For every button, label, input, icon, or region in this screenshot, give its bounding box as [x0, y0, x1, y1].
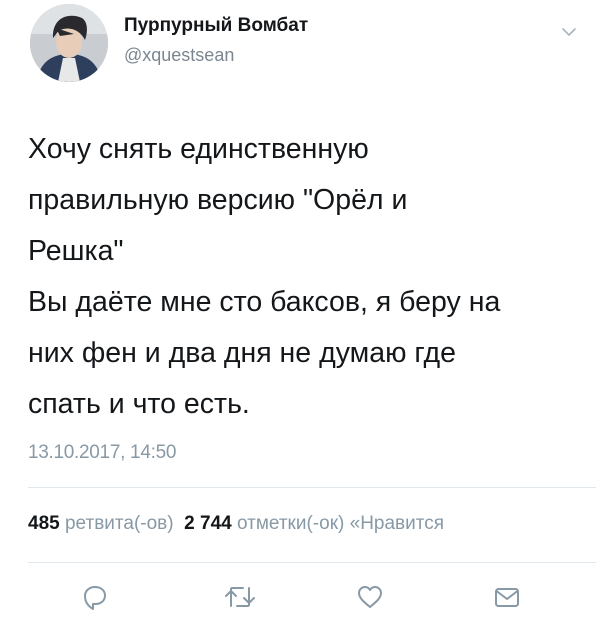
divider	[28, 562, 596, 563]
action-bar	[0, 582, 596, 612]
avatar-image	[30, 4, 108, 82]
tweet-line: правильную версию "Орёл и	[28, 184, 408, 216]
heart-icon[interactable]	[355, 582, 385, 617]
user-handle[interactable]: @xquestsean	[124, 45, 234, 66]
likes-label[interactable]: отметки(-ок)	[237, 513, 344, 534]
tweet-line: Решка"	[28, 235, 124, 267]
display-name[interactable]: Пурпурный Вомбат	[124, 15, 308, 37]
tweet-line: них фен и два дня не думаю где	[28, 337, 456, 369]
tweet-timestamp[interactable]: 13.10.2017, 14:50	[28, 442, 176, 464]
divider	[28, 487, 596, 488]
tweet-text: Хочу снять единственную правильную верси…	[28, 124, 580, 430]
engagement-stats: 485 ретвита(-ов) 2 744 отметки(-ок) «Нра…	[28, 513, 444, 535]
retweets-label[interactable]: ретвита(-ов)	[65, 513, 174, 534]
avatar[interactable]	[30, 4, 108, 82]
retweet-icon[interactable]	[223, 582, 257, 617]
likes-suffix-label[interactable]: «Нравится	[350, 513, 444, 534]
reply-icon[interactable]	[80, 582, 110, 617]
tweet-line: спать и что есть.	[28, 388, 250, 420]
tweet-line: Хочу снять единственную	[28, 133, 369, 165]
likes-count[interactable]: 2 744	[184, 513, 232, 534]
message-icon[interactable]	[492, 582, 522, 617]
tweet-line: Вы даёте мне сто баксов, я беру на	[28, 286, 501, 318]
retweets-count[interactable]: 485	[28, 513, 60, 534]
chevron-down-icon[interactable]	[562, 24, 576, 42]
